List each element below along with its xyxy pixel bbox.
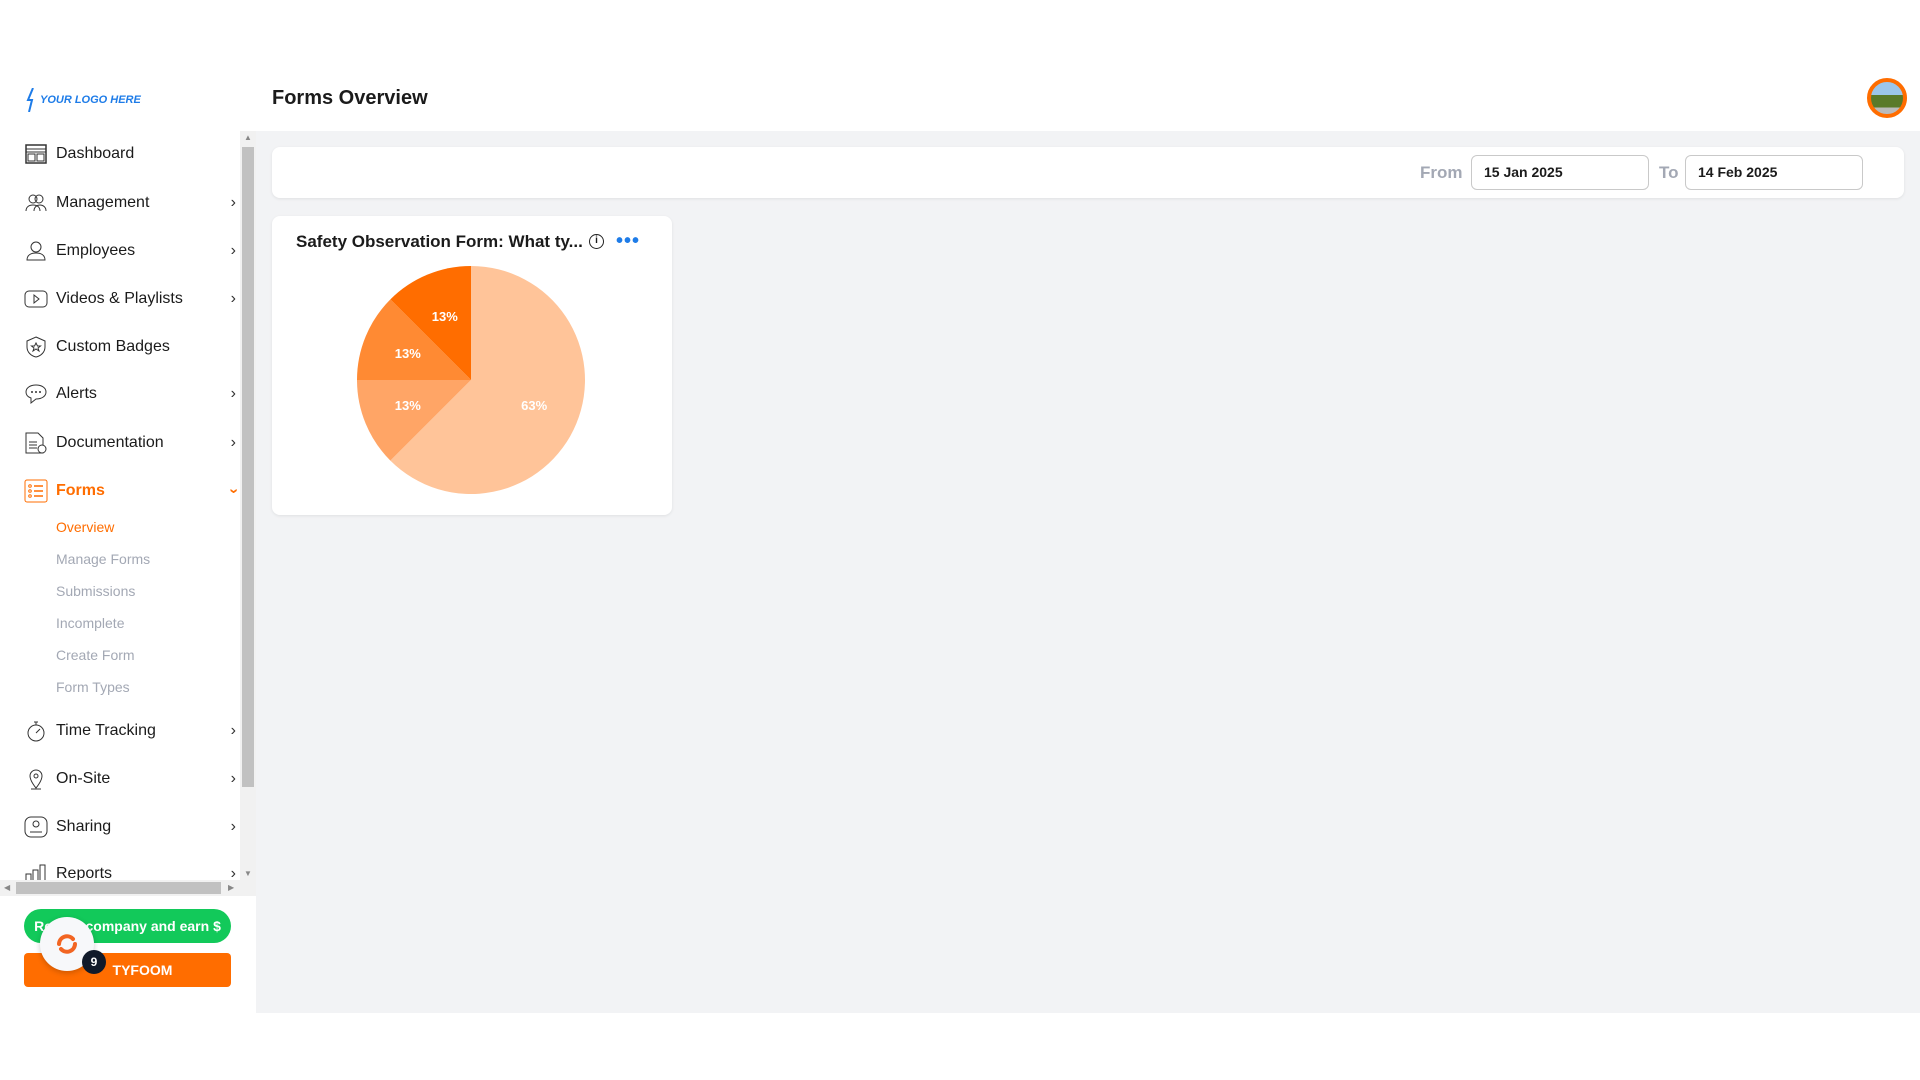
- scrollbar-thumb[interactable]: [242, 147, 254, 787]
- sidebar-horizontal-scrollbar[interactable]: ◀ ▶: [0, 880, 256, 896]
- to-label: To: [1659, 163, 1679, 182]
- chat-icon: [25, 384, 47, 405]
- sidebar-item-label: Custom Badges: [56, 338, 170, 355]
- sidebar-item-label: Forms: [56, 482, 105, 499]
- chevron-right-icon: ›: [230, 722, 236, 739]
- pie-chart: 63% 13% 13% 13%: [357, 266, 585, 494]
- sidebar-sub-manage-forms[interactable]: Manage Forms: [56, 551, 150, 567]
- chevron-right-icon: ›: [230, 194, 236, 211]
- notification-badge: 9: [82, 950, 106, 974]
- scrollbar-thumb[interactable]: [16, 882, 221, 894]
- dashboard-icon: [25, 144, 47, 164]
- pie-slice-label: 13%: [432, 309, 458, 324]
- sidebar-item-dashboard[interactable]: Dashboard: [24, 139, 238, 169]
- forms-icon: [24, 479, 48, 503]
- sidebar-item-alerts[interactable]: Alerts ›: [24, 379, 238, 409]
- sidebar: Dashboard Management › Employees › Videos …: [0, 131, 256, 896]
- page-title: Forms Overview: [272, 87, 428, 109]
- sidebar-item-label: Employees: [56, 242, 136, 259]
- sidebar-sub-overview[interactable]: Overview: [56, 519, 114, 535]
- location-icon: [29, 769, 43, 790]
- play-icon: [24, 290, 48, 308]
- chevron-right-icon: ›: [230, 434, 236, 451]
- sidebar-item-label: Sharing: [56, 818, 112, 835]
- users-icon: [25, 194, 47, 212]
- sidebar-sub-submissions[interactable]: Submissions: [56, 583, 135, 599]
- chevron-right-icon: ›: [230, 818, 236, 835]
- avatar[interactable]: [1867, 78, 1907, 118]
- sidebar-item-sharing[interactable]: Sharing ›: [24, 812, 238, 842]
- sidebar-vertical-scrollbar[interactable]: ▲ ▼: [240, 131, 256, 880]
- sidebar-item-label: Management: [56, 194, 150, 211]
- info-icon[interactable]: i: [589, 234, 604, 249]
- sidebar-item-videos[interactable]: Videos & Playlists ›: [24, 284, 238, 314]
- from-date-input[interactable]: 15 Jan 2025: [1471, 155, 1649, 190]
- sidebar-item-label: Documentation: [56, 434, 164, 451]
- more-options-icon[interactable]: •••: [616, 230, 640, 253]
- sidebar-item-label: On-Site: [56, 770, 111, 787]
- sidebar-sub-create-form[interactable]: Create Form: [56, 647, 135, 663]
- sidebar-item-label: Alerts: [56, 385, 97, 402]
- badge-icon: [26, 336, 46, 358]
- logo-mark-icon: [26, 88, 34, 112]
- scroll-left-icon[interactable]: ◀: [4, 883, 10, 892]
- sidebar-item-label: Time Tracking: [56, 722, 156, 739]
- chart-card: Safety Observation Form: What ty... i ••…: [272, 216, 672, 515]
- logo-text: YOUR LOGO HERE: [40, 94, 141, 106]
- pie-slice-label: 13%: [395, 398, 421, 413]
- user-icon: [26, 241, 46, 261]
- tyfoom-swirl-icon: [57, 934, 77, 954]
- chart-title: Safety Observation Form: What ty...: [296, 232, 583, 251]
- document-icon: [25, 432, 47, 454]
- scroll-right-icon[interactable]: ▶: [228, 883, 234, 892]
- sidebar-item-management[interactable]: Management ›: [24, 188, 238, 218]
- scroll-down-icon[interactable]: ▼: [244, 869, 252, 878]
- sidebar-item-custom-badges[interactable]: Custom Badges: [24, 332, 238, 362]
- sidebar-item-forms[interactable]: Forms ›: [24, 476, 242, 506]
- pie-slice-label: 13%: [395, 346, 421, 361]
- chevron-right-icon: ›: [230, 770, 236, 787]
- chevron-right-icon: ›: [230, 385, 236, 402]
- from-label: From: [1420, 163, 1463, 182]
- logo: YOUR LOGO HERE: [26, 88, 141, 112]
- sidebar-item-employees[interactable]: Employees ›: [24, 236, 238, 266]
- sidebar-sub-incomplete[interactable]: Incomplete: [56, 615, 124, 631]
- sidebar-item-documentation[interactable]: Documentation ›: [24, 428, 238, 458]
- sidebar-sub-form-types[interactable]: Form Types: [56, 679, 130, 695]
- chevron-right-icon: ›: [230, 242, 236, 259]
- sidebar-item-label: Dashboard: [56, 145, 135, 162]
- sidebar-item-on-site[interactable]: On-Site ›: [24, 764, 238, 794]
- scroll-up-icon[interactable]: ▲: [244, 133, 252, 142]
- to-date-input[interactable]: 14 Feb 2025: [1685, 155, 1863, 190]
- pie-slice-label: 63%: [521, 398, 547, 413]
- sidebar-item-time-tracking[interactable]: Time Tracking ›: [24, 716, 238, 746]
- sidebar-item-label: Videos & Playlists: [56, 290, 183, 307]
- share-icon: [24, 816, 48, 838]
- chevron-right-icon: ›: [230, 290, 236, 307]
- date-filter-bar: From 15 Jan 2025 To 14 Feb 2025: [272, 147, 1904, 198]
- stopwatch-icon: [27, 721, 45, 742]
- main-content: From 15 Jan 2025 To 14 Feb 2025 Safety O…: [256, 131, 1920, 1013]
